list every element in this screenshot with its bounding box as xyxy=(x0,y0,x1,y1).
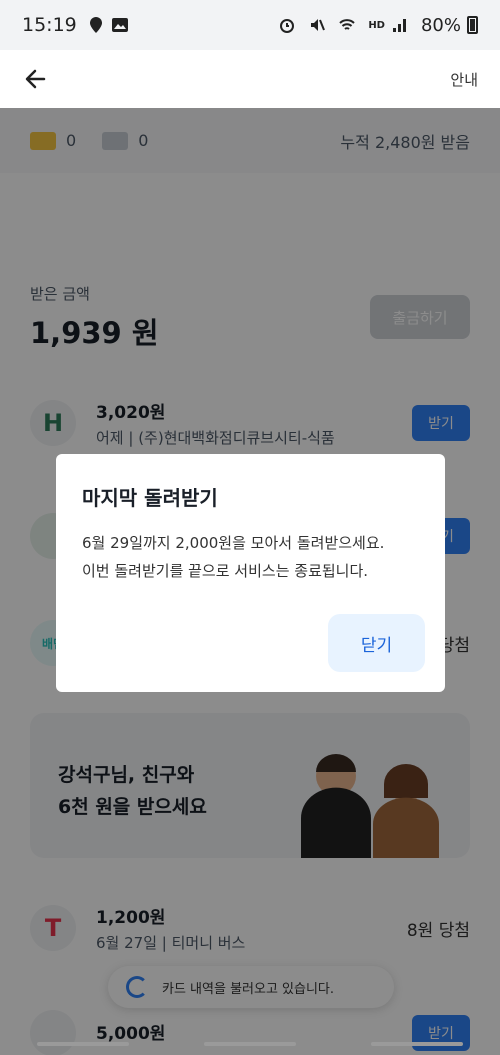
dialog-message-line-2: 이번 돌려받기를 끝으로 서비스는 종료됩니다. xyxy=(82,562,369,580)
guide-link[interactable]: 안내 xyxy=(450,69,478,90)
status-time: 15:19 xyxy=(22,14,77,36)
location-icon xyxy=(89,17,102,33)
dialog-message: 6월 29일까지 2,000원을 모아서 돌려받으세요. 이번 돌려받기를 끝으… xyxy=(82,529,419,585)
signal-icon xyxy=(392,19,406,32)
dialog-message-line-1: 6월 29일까지 2,000원을 모아서 돌려받으세요. xyxy=(82,534,385,552)
battery-icon xyxy=(467,16,478,34)
last-refund-dialog: 마지막 돌려받기 6월 29일까지 2,000원을 모아서 돌려받으세요. 이번… xyxy=(56,454,445,692)
hd-voice-label: HD xyxy=(368,19,385,31)
close-button[interactable]: 닫기 xyxy=(328,614,425,672)
nav-handle xyxy=(37,1042,130,1046)
nav-handle xyxy=(203,1042,296,1046)
back-arrow-icon[interactable] xyxy=(22,65,50,93)
mute-icon xyxy=(311,19,326,31)
gallery-icon xyxy=(111,18,128,32)
gesture-nav-bar xyxy=(0,1033,500,1055)
status-right: HD 80% xyxy=(278,15,478,36)
nav-handle xyxy=(370,1042,463,1046)
wifi-icon xyxy=(339,19,356,30)
status-bar: 15:19 HD 80% xyxy=(0,0,500,50)
dialog-title: 마지막 돌려받기 xyxy=(82,486,218,510)
app-bar: 안내 xyxy=(0,50,500,108)
alarm-icon xyxy=(280,19,295,33)
battery-percent: 80% xyxy=(420,14,461,36)
